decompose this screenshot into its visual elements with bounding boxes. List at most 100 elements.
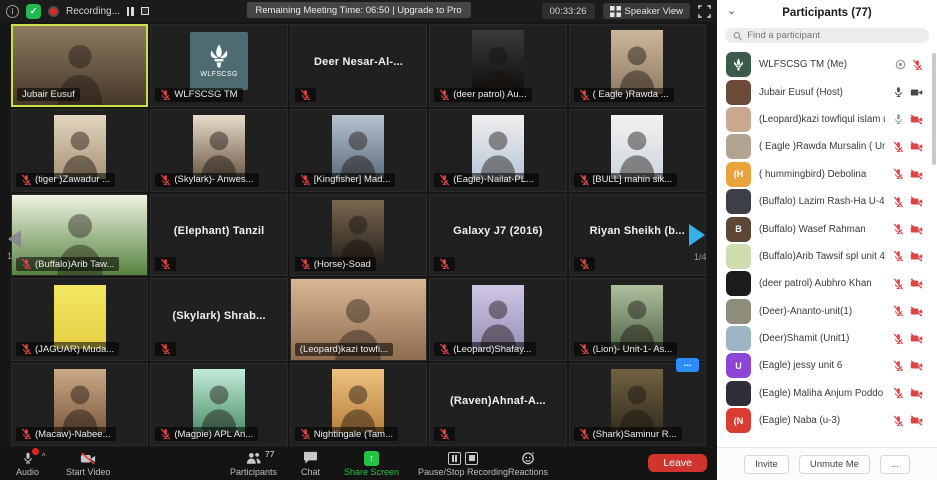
mic-muted-icon xyxy=(21,174,32,186)
stop-recording-icon[interactable] xyxy=(141,7,149,15)
invite-button[interactable]: Invite xyxy=(744,455,789,474)
stop-recording-icon[interactable] xyxy=(465,452,478,465)
mic-muted-icon xyxy=(439,89,450,101)
participant-row[interactable]: (N(Eagle) Naba (u-3) xyxy=(717,407,937,434)
video-tile[interactable]: (Eagle)-Nailat-PL... xyxy=(429,109,566,192)
reactions-button[interactable]: Reactions xyxy=(508,450,548,477)
avatar xyxy=(726,189,751,214)
participant-name: (Buffalo) Lazim Rash-Ha U-4 xyxy=(759,196,885,207)
avatar xyxy=(726,381,751,406)
share-screen-button[interactable]: ↑ Share Screen xyxy=(344,450,399,477)
participant-row[interactable]: ( Eagle )Rawda Mursalin ( Unit -... xyxy=(717,133,937,160)
participant-row[interactable]: (deer patrol) Aubhro Khan xyxy=(717,270,937,297)
participant-search-box[interactable] xyxy=(725,28,929,43)
video-tile[interactable]: [Kingfisher] Mad... xyxy=(290,109,427,192)
share-screen-icon: ↑ xyxy=(364,451,379,466)
mic-muted-icon xyxy=(439,343,450,355)
participant-row[interactable]: (Eagle) Maliha Anjum Poddo U-3 xyxy=(717,380,937,407)
video-tile[interactable]: (Skylark) Shrab... xyxy=(150,278,287,361)
participant-row[interactable]: (Deer)Shamit (Unit1) xyxy=(717,325,937,352)
video-tile[interactable]: (deer patrol) Au... xyxy=(429,24,566,107)
tile-name-label: (JAGUAR) Muda... xyxy=(35,344,114,355)
tile-more-button[interactable]: ... xyxy=(676,358,699,372)
tile-name-chip: (Skylark)- Anwes... xyxy=(155,173,258,187)
video-tile[interactable]: WLFSCSGWLFSCSG TM xyxy=(150,24,287,107)
pause-recording-icon[interactable] xyxy=(448,452,461,465)
video-tile[interactable]: (Raven)Ahnaf-A... xyxy=(429,363,566,446)
footer-more-button[interactable]: ... xyxy=(880,455,910,474)
video-tile[interactable]: (Leopard)kazi towfi... xyxy=(290,278,427,361)
tile-name-chip: (Macaw)-Nabee... xyxy=(16,427,116,441)
avatar xyxy=(726,134,751,159)
grid-view-icon xyxy=(610,6,621,17)
video-tile[interactable]: ( Eagle )Rawda ... xyxy=(569,24,706,107)
person-silhouette xyxy=(59,377,101,433)
profile-photo xyxy=(332,115,384,179)
fullscreen-icon[interactable] xyxy=(698,5,711,18)
avatar xyxy=(726,271,751,296)
profile-photo xyxy=(611,115,663,179)
profile-photo xyxy=(54,115,106,179)
leave-button[interactable]: Leave xyxy=(648,454,707,472)
pause-recording-icon[interactable] xyxy=(127,7,134,16)
video-tile[interactable]: [BULL] mahin sik... xyxy=(569,109,706,192)
logo-text: WLFSCSG xyxy=(200,71,237,78)
video-tile[interactable]: (JAGUAR) Muda... xyxy=(11,278,148,361)
audio-options-caret[interactable]: ^ xyxy=(42,452,46,461)
video-tile[interactable]: (Macaw)-Nabee... xyxy=(11,363,148,446)
tile-name-label: (Leopard)Shafay... xyxy=(453,344,531,355)
video-tile[interactable]: (tiger )Zawadur ... xyxy=(11,109,148,192)
unmute-me-button[interactable]: Unmute Me xyxy=(799,455,870,474)
participant-row[interactable]: (Deer)-Ananto-unit(1) xyxy=(717,298,937,325)
video-tile[interactable]: (Shark)Saminur R... xyxy=(569,363,706,446)
video-tile[interactable]: Jubair Eusuf xyxy=(11,24,148,107)
start-video-button[interactable]: Start Video xyxy=(66,450,110,477)
pause-stop-recording-button[interactable]: Pause/Stop Recording xyxy=(418,450,508,477)
video-tile[interactable]: Riyan Sheikh (b... xyxy=(569,194,706,277)
chat-button[interactable]: Chat xyxy=(301,450,320,477)
avatar xyxy=(726,326,751,351)
camera-off-icon xyxy=(910,169,923,180)
video-tile[interactable]: (Skylark)- Anwes... xyxy=(150,109,287,192)
mic-muted-icon xyxy=(21,258,32,270)
mic-on-icon xyxy=(893,113,904,125)
person-silhouette xyxy=(338,123,380,179)
participants-button[interactable]: 77 Participants xyxy=(230,450,277,477)
next-page-arrow[interactable] xyxy=(689,224,705,246)
video-tile[interactable]: (Leopard)Shafay... xyxy=(429,278,566,361)
participant-row[interactable]: Jubair Eusuf (Host) xyxy=(717,78,937,105)
panel-scrollbar[interactable] xyxy=(932,53,936,165)
profile-photo xyxy=(54,285,106,349)
participant-row[interactable]: (Leopard)kazi towfiqul islam uni... xyxy=(717,106,937,133)
tile-name-label: (deer patrol) Au... xyxy=(453,89,526,100)
video-tile[interactable]: (Horse)-Soad xyxy=(290,194,427,277)
panel-collapse-icon[interactable]: ⌄ xyxy=(727,4,736,17)
participant-row[interactable]: (H( hummingbird) Debolina xyxy=(717,161,937,188)
video-tile[interactable]: Deer Nesar-Al-... xyxy=(290,24,427,107)
participant-row[interactable]: (Buffalo)Arib Tawsif spl unit 4 xyxy=(717,243,937,270)
reactions-icon xyxy=(521,450,535,466)
participant-row[interactable]: WLFSCSG TM (Me) xyxy=(717,51,937,78)
remaining-time-chip[interactable]: Remaining Meeting Time: 06:50 | Upgrade … xyxy=(246,2,470,18)
participant-row[interactable]: B(Buffalo) Wasef Rahman xyxy=(717,215,937,242)
encryption-shield-icon[interactable]: ✓ xyxy=(26,4,41,19)
audio-button[interactable]: ^ Audio xyxy=(16,450,39,477)
participant-search-input[interactable] xyxy=(747,30,921,41)
meeting-toolbar: ^ Audio Start Video 77 Participants Chat… xyxy=(0,448,717,480)
video-tile[interactable]: (Elephant) Tanzil xyxy=(150,194,287,277)
prev-page-arrow[interactable] xyxy=(8,230,21,248)
tile-name-chip: (Eagle)-Nailat-PL... xyxy=(434,173,539,187)
video-tile[interactable]: (Magpie) APL An... xyxy=(150,363,287,446)
video-tile[interactable]: Nightingale (Tam... xyxy=(290,363,427,446)
participant-name: ( hummingbird) Debolina xyxy=(759,169,885,180)
speaker-view-button[interactable]: Speaker View xyxy=(603,3,690,19)
participant-row[interactable]: (Buffalo) Lazim Rash-Ha U-4 xyxy=(717,188,937,215)
microphone-icon: ^ xyxy=(22,450,34,466)
video-tile[interactable]: (Lion)- Unit-1- As... xyxy=(569,278,706,361)
video-tile[interactable]: Galaxy J7 (2016) xyxy=(429,194,566,277)
participant-row[interactable]: U(Eagle) jessy unit 6 xyxy=(717,352,937,379)
video-tile[interactable]: (Buffalo)Arib Taw... xyxy=(11,194,148,277)
tile-name-chip xyxy=(434,427,455,441)
participant-name: (Leopard)kazi towfiqul islam uni... xyxy=(759,114,885,125)
info-icon[interactable]: i xyxy=(6,5,19,18)
